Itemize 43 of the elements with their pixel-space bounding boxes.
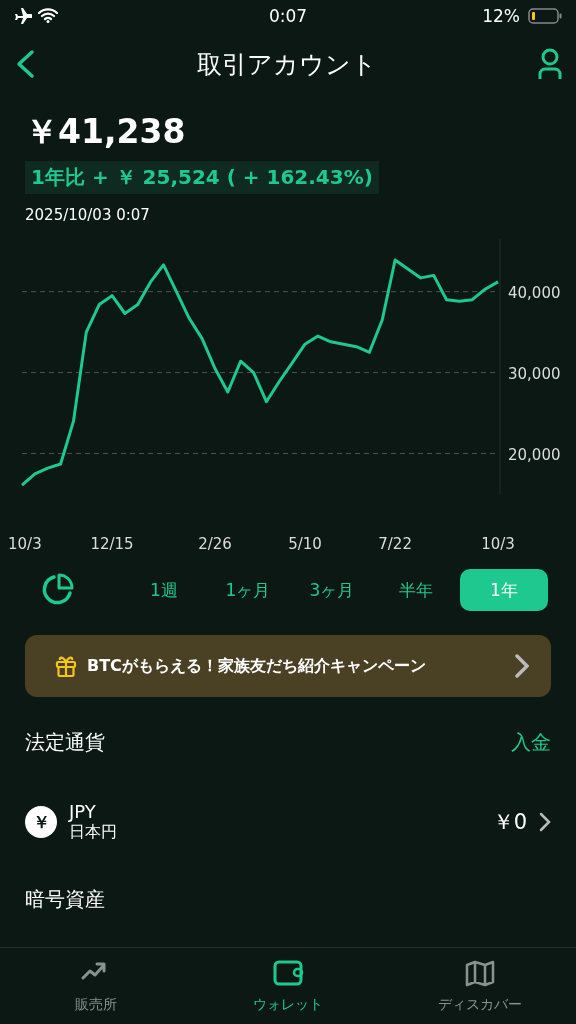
airplane-icon (14, 8, 32, 24)
tab-bar-item[interactable]: 販売所 (0, 948, 192, 1024)
y-axis-label: 40,000 (508, 283, 561, 302)
total-balance: ￥41,238 (25, 111, 186, 153)
map-icon (464, 958, 496, 988)
tab-bar-item[interactable]: ディスカバー (384, 948, 576, 1024)
x-axis-label: 12/15 (90, 535, 134, 553)
x-axis-label: 10/3 (481, 535, 515, 553)
battery-icon (528, 8, 562, 24)
change-badge: 1年比 + ￥ 25,524 ( + 162.43%) (25, 161, 379, 194)
promo-banner[interactable]: BTCがもらえる！家族友だち紹介キャンペーン (25, 635, 551, 697)
x-axis-label: 5/10 (288, 535, 322, 553)
promo-text: BTCがもらえる！家族友だち紹介キャンペーン (87, 655, 427, 677)
x-axis-label: 10/3 (8, 535, 42, 553)
pie-chart-icon[interactable] (40, 573, 74, 607)
period-tab[interactable]: 3ヶ月 (292, 569, 372, 611)
currency-symbol: ￥ (25, 806, 57, 838)
back-icon[interactable] (14, 49, 36, 79)
section-title: 暗号資産 (25, 885, 105, 913)
period-tab[interactable]: 1週 (124, 569, 204, 611)
chevron-right-icon (515, 654, 529, 678)
x-axis-label: 7/22 (378, 535, 412, 553)
x-axis-label: 2/26 (198, 535, 232, 553)
currency-code: JPY (69, 801, 97, 822)
currency-row[interactable]: ￥ JPY 日本円 ￥0 (25, 789, 551, 855)
battery-percent: 12% (482, 6, 520, 26)
period-tab[interactable]: 半年 (376, 569, 456, 611)
currency-name: 日本円 (69, 822, 118, 843)
y-axis-label: 20,000 (508, 445, 561, 464)
wallet-icon (272, 958, 304, 988)
section-title: 法定通貨 (25, 728, 105, 756)
period-tab[interactable]: 1ヶ月 (208, 569, 288, 611)
person-icon[interactable] (538, 48, 562, 80)
gift-icon (55, 654, 77, 678)
timestamp: 2025/10/03 0:07 (25, 206, 150, 224)
deposit-link[interactable]: 入金 (511, 728, 551, 756)
screen-title: 取引アカウント (196, 48, 378, 81)
currency-balance: ￥0 (492, 809, 527, 836)
tab-bar-item[interactable]: ウォレット (192, 948, 384, 1024)
y-axis-label: 30,000 (508, 364, 561, 383)
status-time: 0:07 (268, 6, 308, 26)
wifi-icon (38, 8, 58, 23)
chevron-right-icon (539, 812, 551, 832)
